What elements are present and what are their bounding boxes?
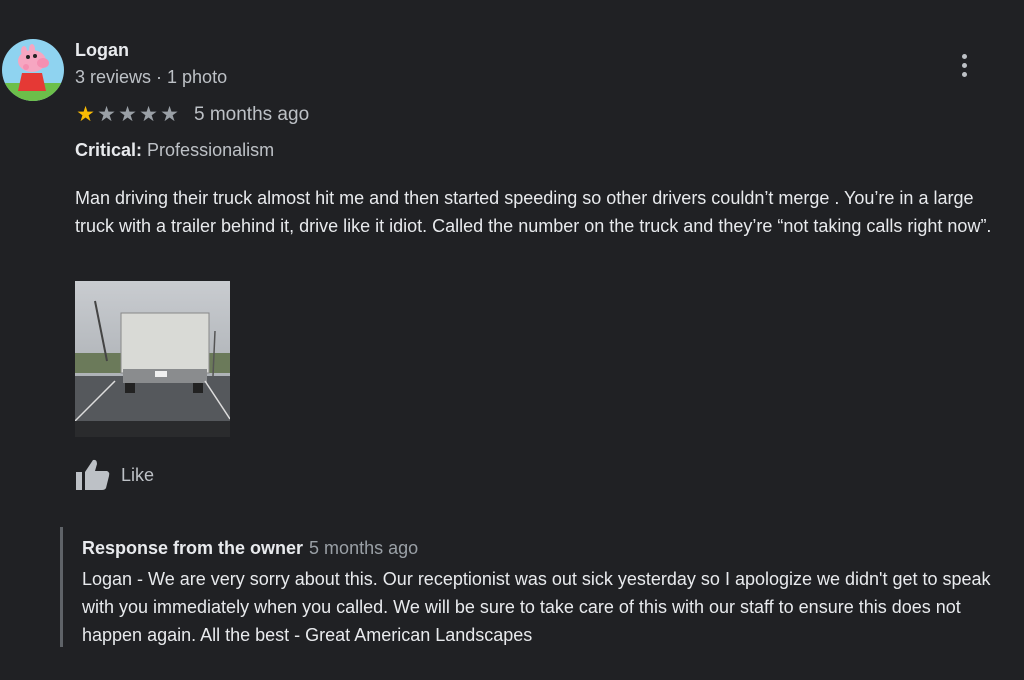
rating-row: ★ ★ ★ ★ ★ 5 months ago [75,103,309,127]
star-icon: ★ [97,103,116,126]
review-text: Man driving their truck almost hit me an… [75,188,992,236]
critical-label: Critical: [75,140,143,160]
more-vert-icon [961,53,967,59]
response-divider [60,527,63,647]
like-button[interactable]: Like [75,458,154,492]
review-time: 5 months ago [194,104,310,125]
owner-response-header: Response from the owner 5 months ago [82,538,418,559]
like-label: Like [121,464,155,485]
reviewer-name[interactable]: Logan [75,40,129,61]
star-icon: ★ [160,103,179,126]
owner-response-text: Logan - We are very sorry about this. Ou… [82,569,991,645]
star-icon: ★ [76,103,95,126]
owner-response-title: Response from the owner [82,538,304,558]
thumbs-up-icon [76,459,110,490]
owner-response-time: 5 months ago [309,538,419,558]
more-options-button[interactable] [952,50,976,80]
star-rating: ★ ★ ★ ★ ★ [75,103,180,127]
star-icon: ★ [139,103,158,126]
reviewer-meta: 3 reviews · 1 photo [75,67,228,87]
star-icon: ★ [118,103,137,126]
critical-attribute: Critical: Professionalism [75,140,274,161]
avatar[interactable] [2,39,64,101]
review-card: Logan 3 reviews · 1 photo ★ ★ ★ ★ ★ 5 months… [0,0,1024,680]
review-photo[interactable] [75,281,230,437]
critical-value: Professionalism [147,140,275,160]
